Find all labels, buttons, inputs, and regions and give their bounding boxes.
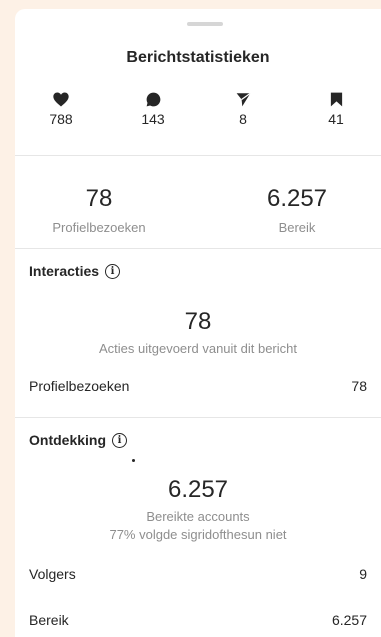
heart-icon xyxy=(53,92,69,107)
row-label: Bereik xyxy=(29,612,69,628)
interactions-subtitle: Acties uitgevoerd vanuit dit bericht xyxy=(99,341,297,356)
discovery-subtitle: Bereikte accounts xyxy=(146,509,250,524)
divider xyxy=(15,417,381,418)
row-value: 6.257 xyxy=(331,612,367,628)
comments-stat[interactable]: 143 xyxy=(123,92,183,127)
interactions-heading: Interacties i xyxy=(29,263,121,279)
divider xyxy=(15,155,381,156)
reach-row: Bereik 6.257 xyxy=(29,612,367,628)
likes-count: 788 xyxy=(49,111,73,127)
discovery-heading: Ontdekking i xyxy=(29,432,128,448)
top-stats-row: 788 143 8 41 xyxy=(15,87,381,157)
stray-dot xyxy=(132,459,135,462)
sheet-title: Berichtstatistieken xyxy=(126,49,270,66)
info-icon[interactable]: i xyxy=(105,263,121,279)
discovery-total: 6.257 xyxy=(167,476,229,503)
row-value: 9 xyxy=(359,566,367,582)
profile-visits-row: Profielbezoeken 78 xyxy=(29,378,367,394)
profile-visits-value: 78 xyxy=(85,185,113,212)
shares-stat[interactable]: 8 xyxy=(213,92,273,127)
profile-visits-summary: 78 Profielbezoeken xyxy=(19,185,179,235)
reach-label: Bereik xyxy=(278,220,316,235)
profile-visits-label: Profielbezoeken xyxy=(52,220,146,235)
comments-count: 143 xyxy=(141,111,165,127)
likes-stat[interactable]: 788 xyxy=(31,92,91,127)
row-value: 78 xyxy=(351,378,367,394)
comment-icon xyxy=(146,92,160,107)
info-icon[interactable]: i xyxy=(112,432,128,448)
interactions-title: Interacties xyxy=(29,263,100,279)
send-icon xyxy=(236,92,251,107)
bookmark-icon xyxy=(330,92,342,107)
discovery-subtitle-2: 77% volgde sigridofthesun niet xyxy=(109,527,287,542)
reach-summary: 6.257 Bereik xyxy=(217,185,377,235)
row-label: Profielbezoeken xyxy=(29,378,130,394)
insights-sheet: Berichtstatistieken 788 143 8 41 78 Prof… xyxy=(15,9,381,637)
saves-count: 41 xyxy=(328,111,344,127)
interactions-total: 78 xyxy=(184,308,212,335)
row-label: Volgers xyxy=(29,566,76,582)
shares-count: 8 xyxy=(239,111,247,127)
discovery-title: Ontdekking xyxy=(29,432,107,448)
sheet-drag-handle[interactable] xyxy=(187,22,223,26)
reach-value: 6.257 xyxy=(266,185,328,212)
saves-stat[interactable]: 41 xyxy=(306,92,366,127)
divider xyxy=(15,248,381,249)
followers-row: Volgers 9 xyxy=(29,566,367,582)
